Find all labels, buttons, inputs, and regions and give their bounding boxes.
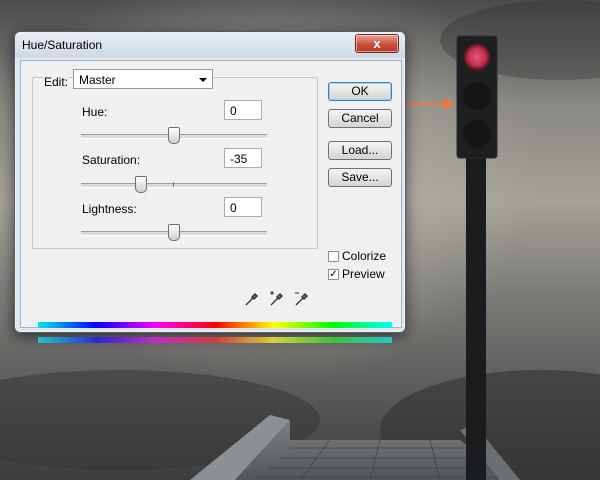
edit-dropdown[interactable]: Master	[73, 69, 213, 89]
close-button[interactable]: x	[355, 34, 399, 53]
dialog-titlebar[interactable]: Hue/Saturation x	[15, 32, 405, 58]
cancel-button[interactable]: Cancel	[328, 109, 392, 128]
eyedropper-plus-icon[interactable]	[268, 290, 286, 308]
output-color-bar	[38, 337, 392, 343]
saturation-label: Saturation:	[82, 153, 141, 167]
traffic-light-green-lamp	[463, 120, 491, 148]
lightness-slider-thumb[interactable]	[168, 224, 180, 241]
preview-checkbox[interactable]: ✓	[328, 269, 339, 280]
saturation-input[interactable]: -35	[224, 148, 262, 168]
lightness-input[interactable]: 0	[224, 197, 262, 217]
close-icon: x	[373, 36, 381, 51]
hue-slider-track[interactable]	[81, 127, 267, 144]
save-button[interactable]: Save...	[328, 168, 392, 187]
saturation-slider-thumb[interactable]	[135, 176, 148, 193]
input-color-bar	[38, 322, 392, 328]
lightness-slider-track[interactable]	[81, 224, 267, 241]
lightness-label: Lightness:	[82, 202, 137, 216]
edit-dropdown-value: Master	[79, 73, 116, 87]
hue-label: Hue:	[82, 105, 108, 119]
edit-label: Edit:	[43, 75, 70, 89]
preview-label: Preview	[342, 267, 385, 281]
colorize-label: Colorize	[342, 249, 387, 263]
eyedropper-icon[interactable]	[243, 290, 261, 308]
saturation-slider-track[interactable]	[81, 176, 267, 193]
dialog-body: Edit: Master Hue: 0 Saturation: -35 Ligh…	[20, 60, 402, 343]
traffic-light-red-lamp	[463, 43, 491, 71]
eyedropper-minus-icon[interactable]	[293, 290, 311, 308]
hue-slider-thumb[interactable]	[168, 127, 180, 144]
hue-saturation-dialog: Hue/Saturation x Edit: Master Hue: 0 Sat…	[14, 31, 406, 343]
load-button[interactable]: Load...	[328, 141, 392, 160]
traffic-light-pole	[466, 150, 486, 480]
chevron-down-icon	[199, 78, 207, 82]
ok-button[interactable]: OK	[328, 82, 392, 101]
colorize-checkbox[interactable]	[328, 251, 339, 262]
hue-input[interactable]: 0	[224, 100, 262, 120]
saturation-center-tick	[173, 182, 174, 187]
traffic-light-amber-lamp	[463, 82, 491, 110]
dialog-title: Hue/Saturation	[22, 38, 103, 52]
